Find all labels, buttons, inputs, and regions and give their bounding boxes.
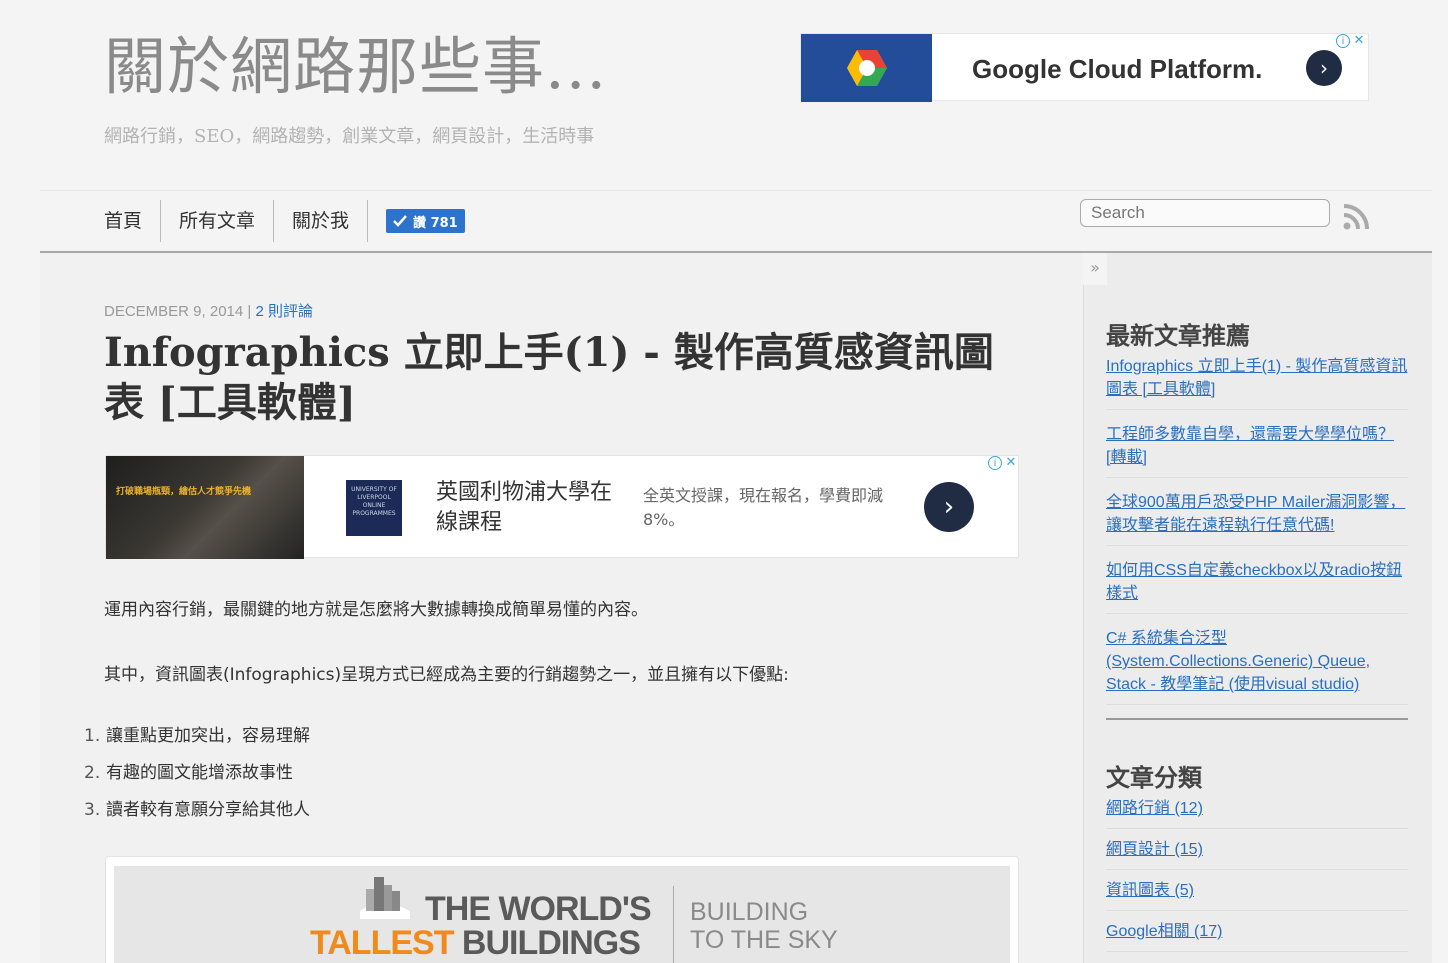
advantages-list: 1. 讓重點更加突出，容易理解 2. 有趣的圖文能增添故事性 3. 讀者較有意願分享給… [84,723,310,834]
post-paragraph-1: 運用內容行銷，最關鍵的地方就是怎麼將大數據轉換成簡單易懂的內容。 [104,600,648,620]
recent-posts-heading: 最新文章推薦 [1106,321,1250,350]
chevron-right-icon[interactable]: › [924,482,974,532]
nav-item-about[interactable]: 關於我 [274,200,369,242]
recent-post-link[interactable]: 如何用CSS自定義checkbox以及radio按鈕樣式 [1106,562,1402,602]
post-date: DECEMBER 9, 2014 [104,303,244,320]
facebook-like-button[interactable]: 讚 781 [386,209,465,233]
list-item: 2. 有趣的圖文能增添故事性 [84,760,310,797]
rss-feed-icon[interactable] [1343,204,1369,230]
infographic-title-tallest: TALLEST [310,924,462,962]
category-link[interactable]: 資訊圖表 (5) [1106,882,1194,899]
info-icon[interactable]: i [1336,34,1350,48]
list-item: 網路行銷 (12) [1106,796,1408,829]
site-title[interactable]: 關於網路那些事... [104,36,607,98]
ad-photo [106,456,304,559]
nav-divider-top [40,190,1432,191]
sidebar-separator [1106,718,1408,720]
chevron-right-icon[interactable]: › [1306,50,1342,86]
info-icon[interactable]: i [988,456,1002,470]
category-link[interactable]: Google相關 (17) [1106,923,1223,940]
checkmark-icon [393,215,407,227]
list-item: 1. 讓重點更加突出，容易理解 [84,723,310,760]
recent-post-link[interactable]: 工程師多數靠自學，還需要大學學位嗎？[轉載] [1106,426,1394,466]
inline-banner-ad[interactable]: 打破職場瓶頸，繪估人才競爭先機 UNIVERSITY OF LIVERPOOL … [105,455,1019,559]
ad-description: 全英文授課，現在報名，學費即減8%。 [643,486,884,529]
recent-post-link[interactable]: 全球900萬用戶恐受PHP Mailer漏洞影響，讓攻擊者能在遠程執行任意代碼! [1106,494,1405,534]
list-text: 讓重點更加突出，容易理解 [106,726,310,746]
list-item: Google相關 (17) [1106,911,1408,952]
infographic-subtitle: BUILDING TO THE SKY [690,898,838,954]
ad-choices[interactable]: i ✕ [988,456,1018,470]
infographic-title-buildings: BUILDINGS [461,924,641,962]
main-nav: 首頁 所有文章 關於我 讚 781 [104,200,465,242]
google-cloud-hexagon-icon [847,50,887,86]
close-icon[interactable]: ✕ [1004,456,1018,470]
sidebar-toggle-button[interactable]: » [1083,253,1107,285]
list-item: 全球900萬用戶恐受PHP Mailer漏洞影響，讓攻擊者能在遠程執行任意代碼! [1106,478,1408,546]
university-crest-logo: UNIVERSITY OF LIVERPOOL ONLINE PROGRAMME… [346,480,402,536]
site-tagline: 網路行銷，SEO，網路趨勢，創業文章，網頁設計，生活時事 [104,126,595,147]
list-number: 2. [84,763,101,783]
ad-choices[interactable]: i ✕ [1336,34,1366,48]
top-ad-text[interactable]: Google Cloud Platform. [972,54,1262,85]
list-item: C# 系統集合泛型(System.Collections.Generic) Qu… [1106,614,1408,705]
ad-headline[interactable]: 英國利物浦大學在線課程 [436,478,626,538]
infographic-divider [673,886,674,963]
post-title: Infographics 立即上手(1) - 製作高質感資訊圖表 [工具軟體] [104,329,994,426]
list-item: 如何用CSS自定義checkbox以及radio按鈕樣式 [1106,546,1408,614]
list-item: 網頁設計 (15) [1106,829,1408,870]
comments-link[interactable]: 2 則評論 [255,303,313,320]
nav-item-home[interactable]: 首頁 [104,200,162,242]
list-text: 讀者較有意願分享給其他人 [106,800,310,820]
close-icon[interactable]: ✕ [1352,34,1366,48]
top-banner-ad[interactable]: Google Cloud Platform. › i ✕ [800,33,1369,102]
recent-posts-list: Infographics 立即上手(1) - 製作高質感資訊圖表 [工具軟體] … [1106,352,1408,705]
list-item: Infographics 立即上手(1) - 製作高質感資訊圖表 [工具軟體] [1106,352,1408,410]
search-input[interactable] [1080,199,1330,227]
buildings-icon [360,877,410,919]
recent-post-link[interactable]: C# 系統集合泛型(System.Collections.Generic) Qu… [1106,630,1370,693]
infographic-subtitle-line2: TO THE SKY [690,926,838,954]
google-cloud-logo-box [801,34,932,102]
infographic-title-line2: TALLEST BUILDINGS [310,924,641,963]
list-item: 資訊圖表 (5) [1106,870,1408,911]
list-item: 工程師多數靠自學，還需要大學學位嗎？[轉載] [1106,410,1408,478]
infographic-subtitle-line1: BUILDING [690,898,809,926]
recent-post-link[interactable]: Infographics 立即上手(1) - 製作高質感資訊圖表 [工具軟體] [1106,358,1407,398]
list-number: 3. [84,800,101,820]
categories-list: 網路行銷 (12) 網頁設計 (15) 資訊圖表 (5) Google相關 (1… [1106,796,1408,952]
category-link[interactable]: 網路行銷 (12) [1106,800,1203,817]
post-meta: DECEMBER 9, 2014 | 2 則評論 [104,300,313,321]
like-count-label: 讚 781 [413,215,458,231]
list-text: 有趣的圖文能增添故事性 [106,763,293,783]
nav-item-all-posts[interactable]: 所有文章 [161,200,275,242]
list-number: 1. [84,726,101,746]
post-paragraph-2: 其中，資訊圖表(Infographics)呈現方式已經成為主要的行銷趨勢之一，並… [104,665,789,685]
list-item: 3. 讀者較有意願分享給其他人 [84,797,310,834]
category-link[interactable]: 網頁設計 (15) [1106,841,1203,858]
meta-separator: | [243,303,256,320]
ad-photo-caption: 打破職場瓶頸，繪估人才競爭先機 [116,487,252,497]
categories-heading: 文章分類 [1106,763,1202,792]
